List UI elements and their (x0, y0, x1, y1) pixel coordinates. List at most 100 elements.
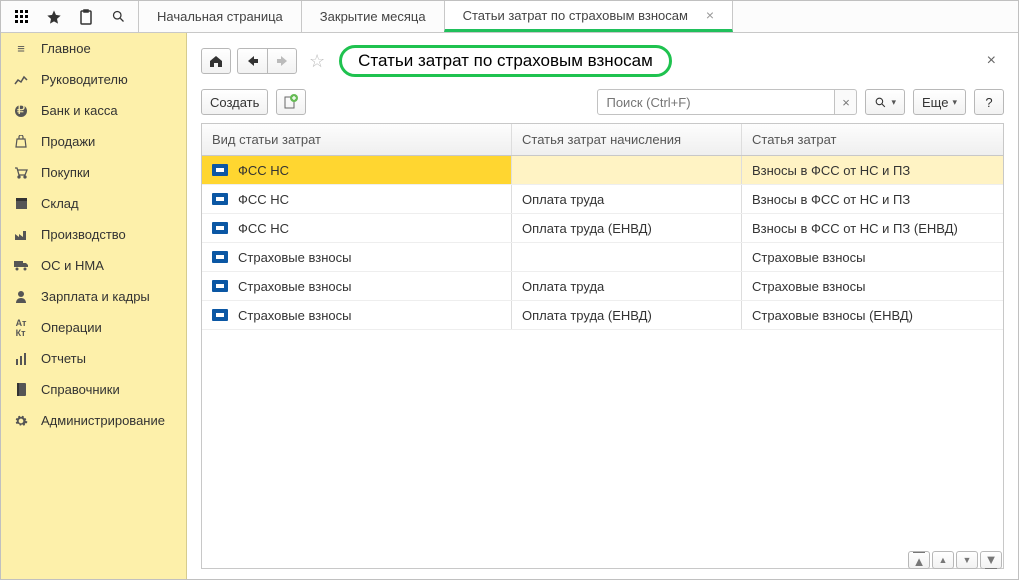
grid-body: ФСС НСВзносы в ФСС от НС и ПЗФСС НСОплат… (202, 156, 1003, 568)
ops-icon: АтКт (13, 318, 29, 338)
cell-accrual: Оплата труда (512, 272, 742, 300)
clipboard-icon[interactable] (71, 2, 101, 32)
record-icon (212, 193, 228, 205)
sidebar-item-reports[interactable]: Отчеты (1, 343, 186, 374)
sidebar-item-ops[interactable]: АтКт Операции (1, 312, 186, 343)
scroll-up-button[interactable]: ▲ (932, 551, 954, 569)
toolbar: Создать × ▾ Еще ▾ ? (187, 85, 1018, 123)
search-wrap: × (597, 89, 857, 115)
factory-icon (13, 229, 29, 241)
tab-label: Начальная страница (157, 9, 283, 24)
pager: ▲ ▲ ▼ ▼ (908, 551, 1002, 569)
tab-home[interactable]: Начальная страница (138, 1, 302, 32)
tab-bar: Начальная страница Закрытие месяца Стать… (139, 1, 733, 32)
nav-buttons (237, 48, 297, 74)
truck-icon (13, 260, 29, 271)
sidebar-item-refs[interactable]: Справочники (1, 374, 186, 405)
person-icon (13, 290, 29, 303)
top-bar-tools (1, 1, 139, 32)
sidebar: ≡Главное Руководителю ₽ Банк и касса Прод… (1, 33, 187, 579)
table-row[interactable]: ФСС НСОплата труда (ЕНВД)Взносы в ФСС от… (202, 214, 1003, 243)
column-header-expense[interactable]: Статья затрат (742, 124, 1003, 155)
sidebar-item-assets[interactable]: ОС и НМА (1, 250, 186, 281)
apps-icon[interactable] (7, 2, 37, 32)
favorite-star-icon[interactable]: ☆ (309, 51, 325, 72)
find-button[interactable]: ▾ (865, 89, 905, 115)
sidebar-item-sales[interactable]: Продажи (1, 126, 186, 157)
sidebar-item-purchase[interactable]: Покупки (1, 157, 186, 188)
record-icon (212, 251, 228, 263)
sidebar-item-label: Производство (41, 227, 126, 242)
sidebar-item-warehouse[interactable]: Склад (1, 188, 186, 219)
tab-label: Статьи затрат по страховым взносам (463, 8, 688, 23)
star-icon[interactable] (39, 2, 69, 32)
record-icon (212, 280, 228, 292)
home-button[interactable] (201, 48, 231, 74)
cell-type: Страховые взносы (202, 301, 512, 329)
cell-accrual: Оплата труда (512, 185, 742, 213)
create-button[interactable]: Создать (201, 89, 268, 115)
menu-icon: ≡ (13, 41, 29, 56)
sidebar-item-main[interactable]: ≡Главное (1, 33, 186, 64)
cell-expense: Взносы в ФСС от НС и ПЗ (742, 156, 1003, 184)
sidebar-item-label: Банк и касса (41, 103, 118, 118)
data-grid: Вид статьи затрат Статья затрат начислен… (201, 123, 1004, 569)
sidebar-item-label: Покупки (41, 165, 90, 180)
scroll-bottom-button[interactable]: ▼ (980, 551, 1002, 569)
cell-type: Страховые взносы (202, 243, 512, 271)
gear-icon (13, 414, 29, 428)
ruble-icon: ₽ (13, 104, 29, 118)
clear-search-button[interactable]: × (835, 89, 857, 115)
sidebar-item-label: Склад (41, 196, 79, 211)
help-button[interactable]: ? (974, 89, 1004, 115)
chart-icon (13, 74, 29, 86)
sidebar-item-label: ОС и НМА (41, 258, 104, 273)
scroll-top-button[interactable]: ▲ (908, 551, 930, 569)
tab-month-close[interactable]: Закрытие месяца (301, 1, 445, 32)
tab-insurance-expenses[interactable]: Статьи затрат по страховым взносам × (444, 1, 734, 32)
sidebar-item-label: Операции (41, 320, 102, 335)
book-icon (13, 383, 29, 396)
cell-expense: Взносы в ФСС от НС и ПЗ (742, 185, 1003, 213)
cell-accrual: Оплата труда (ЕНВД) (512, 214, 742, 242)
column-header-accrual[interactable]: Статья затрат начисления (512, 124, 742, 155)
sidebar-item-bank[interactable]: ₽ Банк и касса (1, 95, 186, 126)
sidebar-item-label: Администрирование (41, 413, 165, 428)
sidebar-item-label: Руководителю (41, 72, 128, 87)
sidebar-item-manager[interactable]: Руководителю (1, 64, 186, 95)
page-header: ☆ Статьи затрат по страховым взносам × (187, 33, 1018, 85)
search-icon[interactable] (103, 2, 133, 32)
table-row[interactable]: ФСС НСОплата трудаВзносы в ФСС от НС и П… (202, 185, 1003, 214)
table-row[interactable]: Страховые взносыСтраховые взносы (202, 243, 1003, 272)
column-header-type[interactable]: Вид статьи затрат (202, 124, 512, 155)
back-button[interactable] (237, 48, 267, 74)
cell-expense: Страховые взносы (742, 272, 1003, 300)
copy-create-button[interactable] (276, 89, 306, 115)
table-row[interactable]: ФСС НС Взносы в ФСС от НС и ПЗ (202, 156, 1003, 185)
sidebar-item-production[interactable]: Производство (1, 219, 186, 250)
record-icon (212, 309, 228, 321)
close-page-button[interactable]: × (983, 52, 1000, 70)
forward-button[interactable] (267, 48, 297, 74)
scroll-down-button[interactable]: ▼ (956, 551, 978, 569)
more-button[interactable]: Еще ▾ (913, 89, 966, 115)
top-bar: Начальная страница Закрытие месяца Стать… (1, 1, 1018, 33)
sidebar-item-label: Отчеты (41, 351, 86, 366)
chevron-down-icon: ▾ (952, 97, 957, 108)
sidebar-item-label: Продажи (41, 134, 95, 149)
table-row[interactable]: Страховые взносыОплата труда (ЕНВД)Страх… (202, 301, 1003, 330)
cell-type: ФСС НС (202, 214, 512, 242)
cell-expense: Взносы в ФСС от НС и ПЗ (ЕНВД) (742, 214, 1003, 242)
cell-type: ФСС НС (202, 156, 512, 184)
cart-icon (13, 166, 29, 179)
table-row[interactable]: Страховые взносыОплата трудаСтраховые вз… (202, 272, 1003, 301)
report-icon (13, 353, 29, 365)
app-body: ≡Главное Руководителю ₽ Банк и касса Прод… (1, 33, 1018, 579)
bag-icon (13, 135, 29, 148)
close-icon[interactable]: × (706, 8, 714, 22)
sidebar-item-hr[interactable]: Зарплата и кадры (1, 281, 186, 312)
search-input[interactable] (597, 89, 835, 115)
sidebar-item-admin[interactable]: Администрирование (1, 405, 186, 436)
chevron-down-icon: ▾ (891, 97, 896, 108)
tab-label: Закрытие месяца (320, 9, 426, 24)
